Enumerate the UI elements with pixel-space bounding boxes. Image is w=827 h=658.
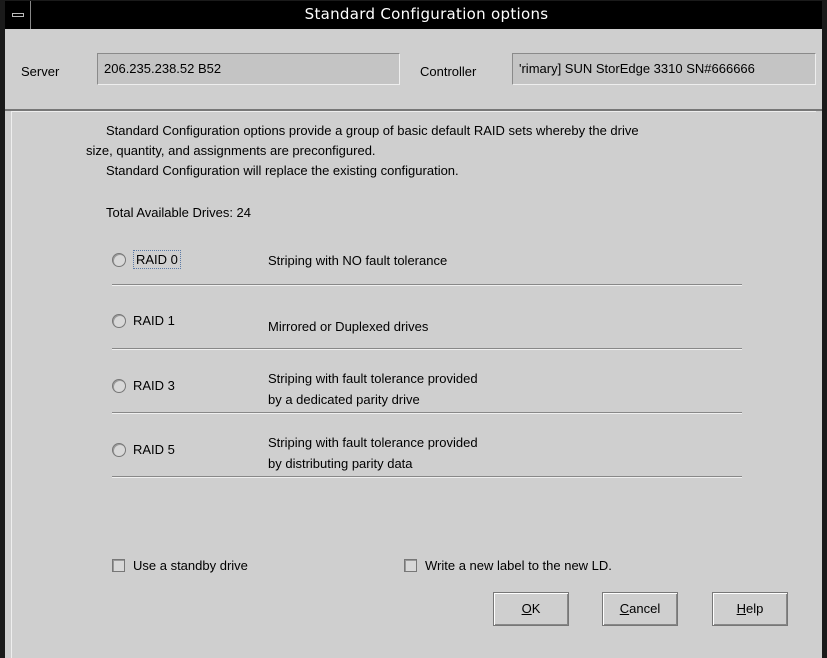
description-line-2: size, quantity, and assignments are prec…: [86, 143, 376, 158]
help-button[interactable]: Help: [712, 592, 788, 626]
radio-icon[interactable]: [112, 252, 126, 267]
dialog-window: Standard Configuration options Server 20…: [0, 0, 827, 658]
raid-3-description-line-1: Striping with fault tolerance provided: [268, 371, 478, 386]
title-bar[interactable]: Standard Configuration options: [5, 1, 822, 29]
raid-5-description: Striping with fault tolerance provided b…: [268, 432, 478, 474]
raid-1-label: RAID 1: [133, 313, 175, 328]
raid-5-option[interactable]: RAID 5: [112, 442, 175, 457]
server-label: Server: [21, 64, 60, 79]
checkbox-icon[interactable]: [404, 559, 417, 572]
raid-5-description-line-1: Striping with fault tolerance provided: [268, 435, 478, 450]
raid-3-option[interactable]: RAID 3: [112, 378, 175, 393]
raid-1-option[interactable]: RAID 1: [112, 313, 175, 328]
description-line-1: Standard Configuration options provide a…: [106, 123, 639, 138]
raid-5-row: RAID 5 Striping with fault tolerance pro…: [112, 432, 742, 480]
separator: [112, 412, 742, 414]
cancel-button[interactable]: Cancel: [602, 592, 678, 626]
raid-0-description: Striping with NO fault tolerance: [268, 253, 448, 268]
raid-1-description: Mirrored or Duplexed drives: [268, 319, 429, 334]
standby-drive-label: Use a standby drive: [133, 558, 248, 573]
raid-5-label: RAID 5: [133, 442, 175, 457]
raid-0-row: RAID 0 Striping with NO fault tolerance: [112, 246, 742, 286]
raid-3-row: RAID 3 Striping with fault tolerance pro…: [112, 368, 742, 416]
raid-1-row: RAID 1 Mirrored or Duplexed drives: [112, 309, 742, 349]
raid-3-label: RAID 3: [133, 378, 175, 393]
radio-icon[interactable]: [112, 313, 126, 328]
raid-3-description-line-2: by a dedicated parity drive: [268, 392, 420, 407]
server-field: 206.235.238.52 B52: [97, 53, 400, 85]
checkbox-icon[interactable]: [112, 559, 125, 572]
separator: [112, 284, 742, 286]
raid-3-description: Striping with fault tolerance provided b…: [268, 368, 478, 410]
controller-label: Controller: [420, 64, 477, 79]
standby-drive-option[interactable]: Use a standby drive: [112, 558, 248, 573]
controller-field: 'rimary] SUN StorEdge 3310 SN#666666: [512, 53, 816, 85]
description-line-3: Standard Configuration will replace the …: [106, 163, 459, 178]
raid-0-option[interactable]: RAID 0: [112, 250, 181, 269]
total-drives-label: Total Available Drives: 24: [106, 205, 252, 220]
window-title: Standard Configuration options: [304, 5, 549, 23]
new-label-label: Write a new label to the new LD.: [425, 558, 612, 573]
radio-icon[interactable]: [112, 378, 126, 393]
separator: [112, 476, 742, 478]
raid-0-label: RAID 0: [133, 250, 181, 269]
header-panel: Server 206.235.238.52 B52 Controller 'ri…: [5, 29, 822, 111]
radio-icon[interactable]: [112, 442, 126, 457]
new-label-option[interactable]: Write a new label to the new LD.: [404, 558, 612, 573]
raid-5-description-line-2: by distributing parity data: [268, 456, 413, 471]
window-menu-icon[interactable]: [5, 1, 31, 29]
dialog-content: Server 206.235.238.52 B52 Controller 'ri…: [5, 29, 822, 658]
separator: [112, 348, 742, 350]
main-panel: Standard Configuration options provide a…: [11, 111, 816, 658]
ok-button[interactable]: OK: [493, 592, 569, 626]
